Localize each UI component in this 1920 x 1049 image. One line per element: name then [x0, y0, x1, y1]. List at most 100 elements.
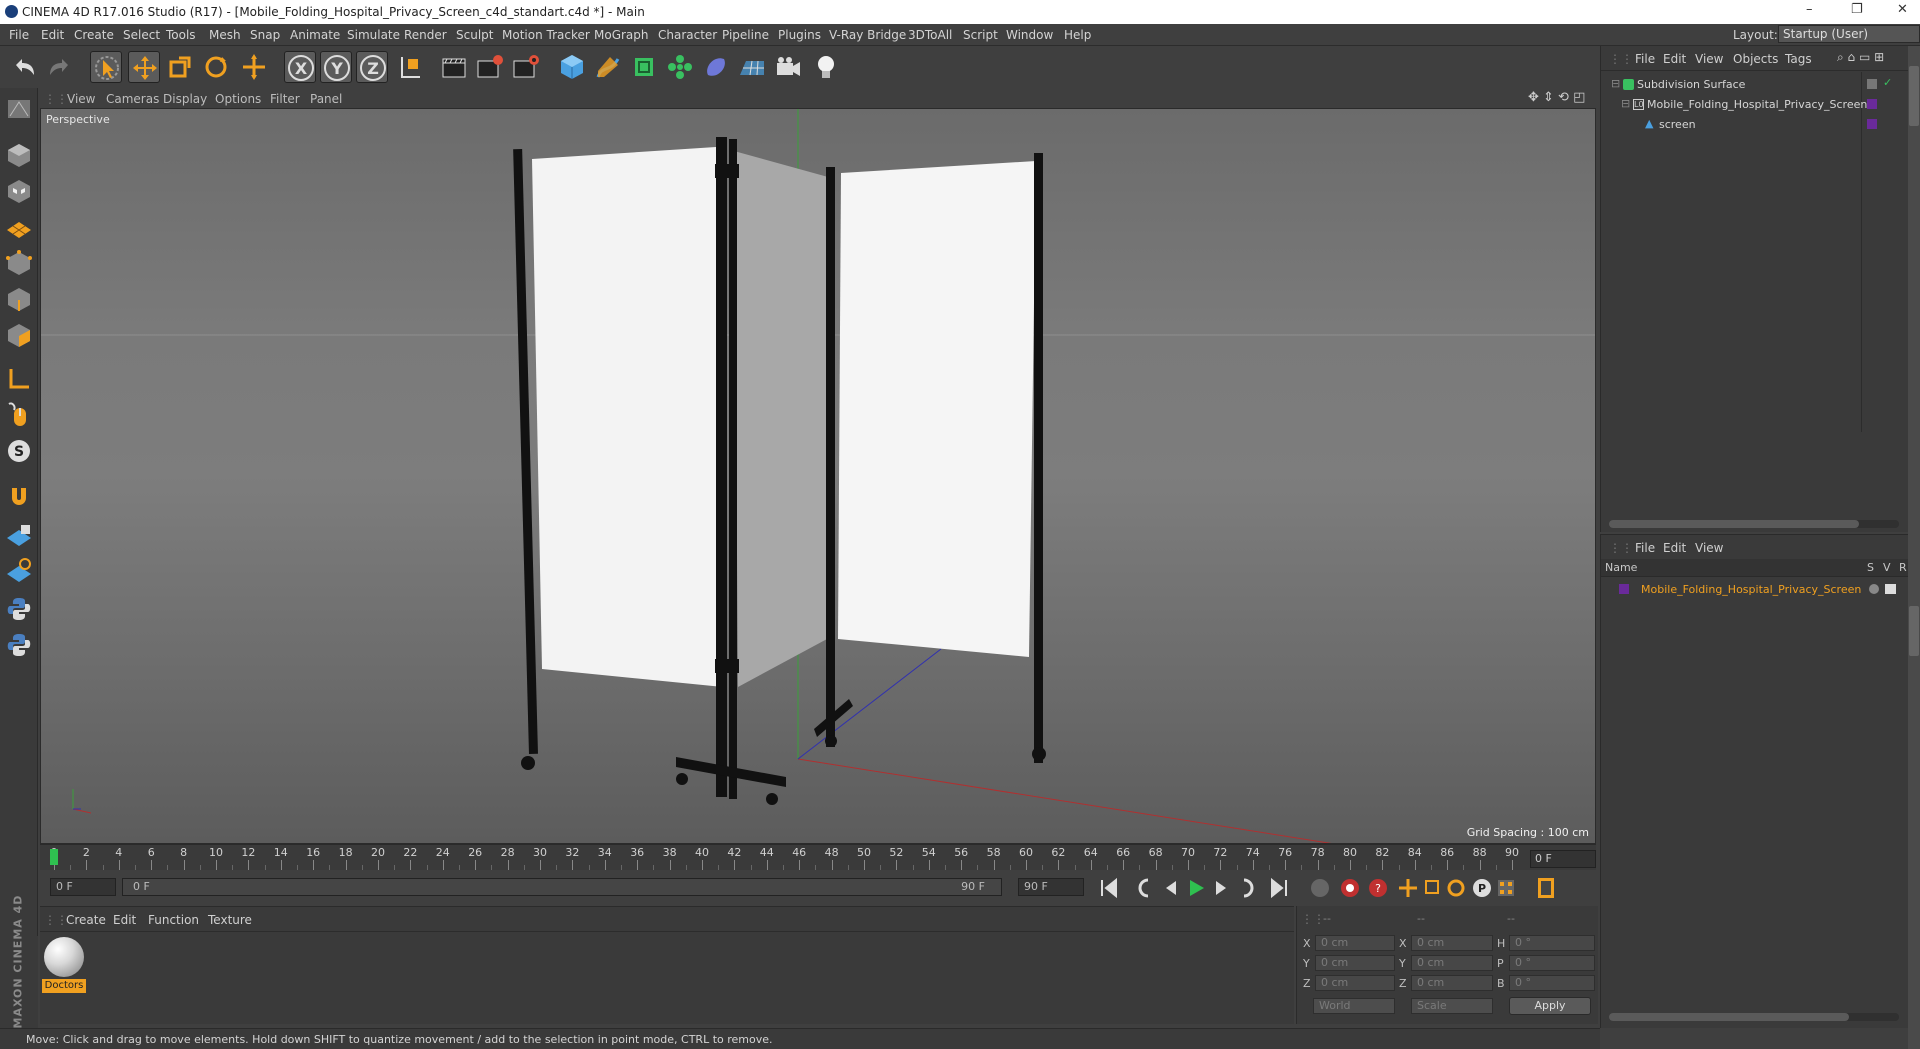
menu-create[interactable]: Create: [74, 28, 114, 42]
undo-icon[interactable]: [8, 51, 40, 83]
menu-motion-tracker[interactable]: Motion Tracker: [502, 28, 590, 42]
menu-3dtoall[interactable]: 3DToAll: [908, 28, 952, 42]
rotation-p-field[interactable]: 0 °: [1509, 955, 1595, 971]
previous-key-icon[interactable]: [1138, 878, 1149, 898]
redo-icon[interactable]: [44, 51, 76, 83]
points-mode-icon[interactable]: [4, 248, 34, 278]
material-menu-edit[interactable]: Edit: [113, 913, 136, 927]
viewport-menu-filter[interactable]: Filter: [270, 92, 300, 106]
model-mode-icon[interactable]: [4, 94, 34, 124]
menu-sculpt[interactable]: Sculpt: [456, 28, 493, 42]
solo-toggle-icon[interactable]: [1869, 584, 1879, 594]
material-menu-texture[interactable]: Texture: [208, 913, 252, 927]
position-x-field[interactable]: 0 cm: [1315, 935, 1395, 951]
menu-vray-bridge[interactable]: V-Ray Bridge: [829, 28, 906, 42]
rotation-h-field[interactable]: 0 °: [1509, 935, 1595, 951]
menu-character[interactable]: Character: [658, 28, 717, 42]
playhead-marker[interactable]: [50, 849, 58, 865]
restore-button[interactable]: ❐: [1851, 2, 1863, 17]
pen-icon[interactable]: [592, 51, 624, 83]
objects-tab[interactable]: [1909, 66, 1919, 126]
add-icon[interactable]: [238, 51, 270, 83]
polygons-mode-icon[interactable]: [4, 320, 34, 350]
layer-icon[interactable]: [1867, 99, 1877, 109]
rotation-b-field[interactable]: 0 °: [1509, 975, 1595, 991]
lm-menu-file[interactable]: File: [1635, 541, 1655, 555]
om-horizontal-scrollbar[interactable]: [1609, 520, 1899, 528]
coordinate-system-icon[interactable]: [394, 51, 426, 83]
layout-select[interactable]: Startup (User): [1778, 25, 1920, 43]
y-axis-icon[interactable]: Y: [320, 51, 352, 83]
menu-tools[interactable]: Tools: [166, 28, 196, 42]
edit-render-settings-icon[interactable]: [510, 51, 542, 83]
array-icon[interactable]: [664, 51, 696, 83]
render-picture-viewer-icon[interactable]: [474, 51, 506, 83]
record-keys-icon[interactable]: [1311, 879, 1329, 897]
menu-edit[interactable]: Edit: [41, 28, 64, 42]
next-frame-icon[interactable]: [1216, 881, 1226, 895]
play-icon[interactable]: [1190, 880, 1204, 896]
om-menu-view[interactable]: View: [1695, 52, 1723, 66]
rotate-icon[interactable]: [200, 51, 232, 83]
size-x-field[interactable]: 0 cm: [1411, 935, 1493, 951]
go-to-start-icon[interactable]: [1101, 877, 1117, 899]
viewport-menu-cameras[interactable]: Cameras: [106, 92, 159, 106]
scale-icon[interactable]: [164, 51, 196, 83]
keyframe-selection-icon[interactable]: ?: [1369, 879, 1387, 897]
lock-workplane-icon[interactable]: [4, 520, 34, 550]
axis-mode-icon[interactable]: [4, 364, 34, 394]
menu-simulate[interactable]: Simulate: [347, 28, 400, 42]
timeline-ruler[interactable]: 0246810121416182022242628303234363840424…: [40, 844, 1596, 870]
key-parameter-icon[interactable]: P: [1473, 879, 1491, 897]
om-menu-objects[interactable]: Objects: [1733, 52, 1778, 66]
autokeying-icon[interactable]: [1341, 879, 1359, 897]
collapse-icon[interactable]: ⊟: [1621, 97, 1630, 110]
floor-icon[interactable]: [736, 51, 768, 83]
om-menu-file[interactable]: File: [1635, 52, 1655, 66]
camera-icon[interactable]: [772, 51, 804, 83]
key-pla-icon[interactable]: [1498, 880, 1514, 896]
menu-mesh[interactable]: Mesh: [209, 28, 241, 42]
workplane-align-icon[interactable]: [4, 556, 34, 586]
menu-script[interactable]: Script: [963, 28, 998, 42]
enabled-check-icon[interactable]: ✓: [1883, 76, 1892, 89]
texture-mode-icon[interactable]: [4, 176, 34, 206]
minimize-button[interactable]: –: [1806, 2, 1813, 17]
python-script-icon[interactable]: [4, 594, 34, 624]
current-frame-field[interactable]: 0 F: [1530, 850, 1596, 868]
timeline-window-icon[interactable]: [1538, 878, 1554, 898]
render-view-icon[interactable]: [438, 51, 470, 83]
object-row-subdivision[interactable]: ⊟ Subdivision Surface ✓: [1601, 76, 1892, 94]
object-row-screen[interactable]: ▲ screen: [1601, 116, 1891, 134]
light-icon[interactable]: [810, 51, 842, 83]
workplane-mode-icon[interactable]: [4, 212, 34, 242]
python-plugin-icon[interactable]: [4, 630, 34, 660]
menu-snap[interactable]: Snap: [250, 28, 280, 42]
size-z-field[interactable]: 0 cm: [1411, 975, 1493, 991]
material-swatch[interactable]: Doctors: [42, 935, 86, 995]
viewport-navigation-icon[interactable]: ✥ ⇕ ⟲ ◰: [1528, 90, 1585, 105]
previous-frame-icon[interactable]: [1166, 881, 1176, 895]
coordinate-mode-select[interactable]: World: [1313, 998, 1395, 1014]
layer-icon[interactable]: [1867, 79, 1877, 89]
key-rotate-icon[interactable]: [1447, 879, 1465, 897]
material-menu-function[interactable]: Function: [148, 913, 199, 927]
menu-pipeline[interactable]: Pipeline: [722, 28, 769, 42]
menu-file[interactable]: File: [9, 28, 29, 42]
viewport-menu-view[interactable]: View: [67, 92, 95, 106]
lm-horizontal-scrollbar[interactable]: [1609, 1013, 1899, 1021]
om-toolbar-icons[interactable]: ⌕ ⌂ ▭ ⊞: [1837, 50, 1884, 65]
start-frame-field[interactable]: 0 F: [50, 878, 116, 896]
menu-select[interactable]: Select: [123, 28, 160, 42]
key-move-icon[interactable]: [1399, 879, 1417, 897]
move-icon[interactable]: [128, 51, 160, 83]
perspective-viewport[interactable]: Perspective Grid Spacing : 100 cm: [40, 108, 1596, 844]
snapping-icon[interactable]: [4, 482, 34, 512]
frame-range-slider[interactable]: 0 F 90 F: [122, 878, 1002, 896]
close-button[interactable]: ✕: [1897, 2, 1908, 17]
key-scale-icon[interactable]: [1425, 880, 1439, 894]
viewport-menu-panel[interactable]: Panel: [310, 92, 342, 106]
om-menu-edit[interactable]: Edit: [1663, 52, 1686, 66]
end-frame-field[interactable]: 90 F: [1018, 878, 1084, 896]
lm-menu-edit[interactable]: Edit: [1663, 541, 1686, 555]
